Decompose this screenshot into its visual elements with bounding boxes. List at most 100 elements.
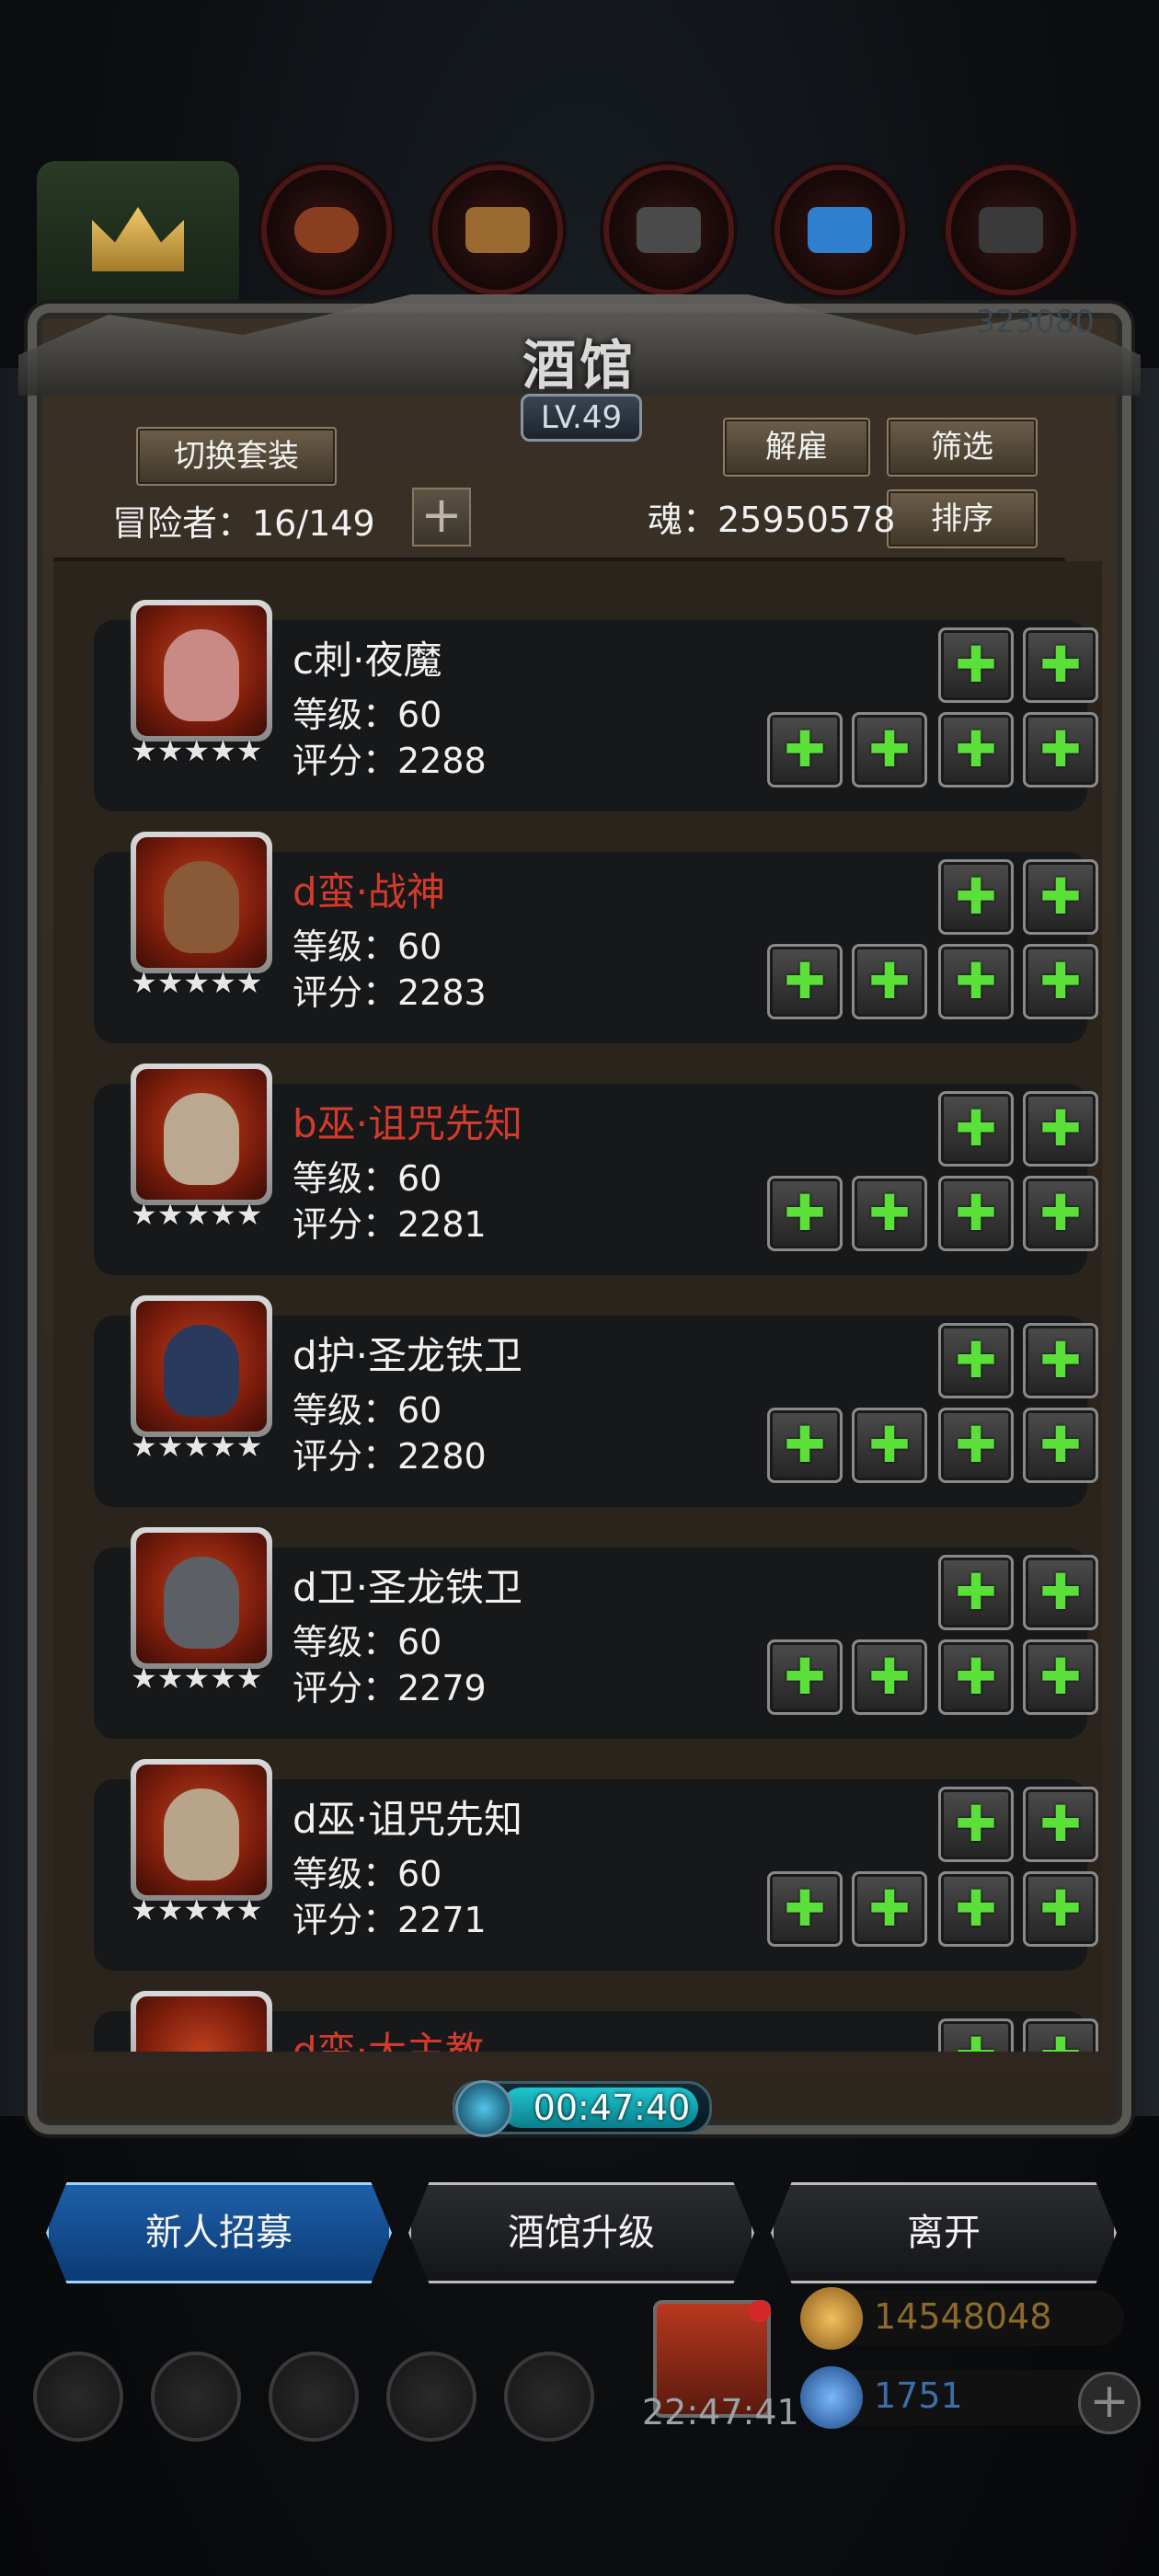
hero-portrait[interactable] bbox=[131, 600, 272, 742]
gem-resource: 1751 bbox=[800, 2366, 1124, 2429]
gold-amount: 14548048 bbox=[874, 2296, 1052, 2337]
gear-slot-ring-2[interactable]: ✚ bbox=[1023, 712, 1098, 788]
star-rating: ★★★★★ bbox=[131, 733, 263, 768]
hero-name: d蛮·战神 bbox=[293, 869, 446, 914]
hero-portrait[interactable] bbox=[131, 1295, 272, 1437]
gem-icon bbox=[800, 2366, 863, 2429]
gear-slot-ring-2[interactable]: ✚ bbox=[1023, 1176, 1098, 1251]
gear-slot-weapon[interactable]: ✚ bbox=[767, 712, 843, 788]
hero-score: 评分：2280 bbox=[293, 1436, 487, 1477]
map-icon[interactable] bbox=[504, 2352, 594, 2442]
gear-slot-ring-1[interactable]: ✚ bbox=[938, 944, 1014, 1019]
tavern-level-badge: LV.49 bbox=[521, 394, 642, 442]
stone-resource-icon[interactable] bbox=[951, 170, 1071, 290]
hero-portrait[interactable] bbox=[131, 1759, 272, 1901]
star-rating: ★★★★★ bbox=[131, 1197, 263, 1232]
wood-resource-icon[interactable] bbox=[438, 170, 557, 290]
gear-slot-ring-2[interactable]: ✚ bbox=[1023, 1408, 1098, 1483]
hero-card[interactable]: ★★★★★ b巫·诅咒先知 等级：60 评分：2281 ✚ ✚ ✚ ✚ ✚ ✚ bbox=[94, 1064, 1098, 1275]
hero-portrait[interactable] bbox=[131, 1064, 272, 1205]
gear-slot-accessory-2[interactable]: ✚ bbox=[1023, 2018, 1098, 2052]
gear-slot-ring-2[interactable]: ✚ bbox=[1023, 944, 1098, 1019]
gear-slot-accessory-2[interactable]: ✚ bbox=[1023, 1787, 1098, 1862]
settings-gear-icon[interactable] bbox=[33, 2352, 123, 2442]
gear-slot-accessory-1[interactable]: ✚ bbox=[938, 1091, 1014, 1167]
sort-button[interactable]: 排序 bbox=[887, 489, 1038, 548]
gold-coin-icon bbox=[800, 2287, 863, 2350]
tavern-upgrade-button[interactable]: 酒馆升级 bbox=[408, 2182, 754, 2283]
mail-icon[interactable] bbox=[386, 2352, 476, 2442]
iron-resource-icon[interactable] bbox=[609, 170, 729, 290]
crystal-resource-icon[interactable] bbox=[780, 170, 900, 290]
hero-face bbox=[164, 861, 239, 953]
hero-portrait[interactable] bbox=[131, 832, 272, 973]
gear-slot-ring-1[interactable]: ✚ bbox=[938, 1176, 1014, 1251]
adventurer-count: 冒险者：16/149 bbox=[112, 503, 375, 544]
gear-slot-accessory-1[interactable]: ✚ bbox=[938, 2018, 1014, 2052]
recruit-button[interactable]: 新人招募 bbox=[46, 2182, 392, 2283]
dismiss-button[interactable]: 解雇 bbox=[723, 418, 870, 477]
gear-slot-weapon[interactable]: ✚ bbox=[767, 1639, 843, 1715]
soul-count: 魂：25950578 bbox=[648, 500, 896, 540]
gear-slot-ring-1[interactable]: ✚ bbox=[938, 712, 1014, 788]
hero-level: 等级：60 bbox=[293, 1854, 442, 1894]
gear-slot-armor[interactable]: ✚ bbox=[852, 1408, 927, 1483]
gear-slot-armor[interactable]: ✚ bbox=[852, 1871, 927, 1947]
gear-slot-ring-1[interactable]: ✚ bbox=[938, 1408, 1014, 1483]
leave-button[interactable]: 离开 bbox=[771, 2182, 1117, 2283]
gear-slot-ring-2[interactable]: ✚ bbox=[1023, 1639, 1098, 1715]
hero-card[interactable]: ★★★★★ d卫·圣龙铁卫 等级：60 评分：2279 ✚ ✚ ✚ ✚ ✚ ✚ bbox=[94, 1527, 1098, 1739]
hero-score: 评分：2279 bbox=[293, 1668, 487, 1708]
hero-portrait[interactable] bbox=[131, 1991, 272, 2052]
hero-face bbox=[164, 1093, 239, 1185]
gear-slot-weapon[interactable]: ✚ bbox=[767, 1871, 843, 1947]
filter-button[interactable]: 筛选 bbox=[887, 418, 1038, 477]
hero-card[interactable]: ★★★★★ d巫·诅咒先知 等级：60 评分：2271 ✚ ✚ ✚ ✚ ✚ ✚ bbox=[94, 1759, 1098, 1971]
hero-portrait[interactable] bbox=[131, 1527, 272, 1669]
achievement-star-icon[interactable] bbox=[151, 2352, 241, 2442]
gear-slot-weapon[interactable]: ✚ bbox=[767, 1176, 843, 1251]
gear-slot-accessory-2[interactable]: ✚ bbox=[1023, 1091, 1098, 1167]
gear-slot-armor[interactable]: ✚ bbox=[852, 944, 927, 1019]
gear-slot-accessory-1[interactable]: ✚ bbox=[938, 1787, 1014, 1862]
gear-slot-accessory-2[interactable]: ✚ bbox=[1023, 1323, 1098, 1398]
gear-slot-weapon[interactable]: ✚ bbox=[767, 1408, 843, 1483]
ranking-icon[interactable] bbox=[269, 2352, 359, 2442]
hero-card[interactable]: ★★★★★ d蛮·战神 等级：60 评分：2283 ✚ ✚ ✚ ✚ ✚ ✚ bbox=[94, 832, 1098, 1043]
bottom-menu-icons bbox=[33, 2352, 594, 2442]
gear-slot-accessory-1[interactable]: ✚ bbox=[938, 1555, 1014, 1630]
gear-slot-accessory-1[interactable]: ✚ bbox=[938, 859, 1014, 935]
gear-slot-ring-2[interactable]: ✚ bbox=[1023, 1871, 1098, 1947]
hero-level: 等级：60 bbox=[293, 1622, 442, 1662]
gear-slot-accessory-2[interactable]: ✚ bbox=[1023, 1555, 1098, 1630]
timer-clock-icon bbox=[455, 2080, 512, 2137]
switch-outfit-button[interactable]: 切换套装 bbox=[136, 427, 337, 486]
gear-slot-accessory-1[interactable]: ✚ bbox=[938, 627, 1014, 703]
notification-dot bbox=[749, 2300, 771, 2322]
hero-card[interactable]: ★★★★★ c刺·夜魔 等级：60 评分：2288 ✚ ✚ ✚ ✚ ✚ ✚ bbox=[94, 600, 1098, 811]
gear-slot-ring-1[interactable]: ✚ bbox=[938, 1871, 1014, 1947]
hero-score: 评分：2271 bbox=[293, 1900, 487, 1940]
hero-card-partial[interactable]: d蛮·大主教 ✚ ✚ bbox=[94, 1991, 1098, 2052]
gear-slot-weapon[interactable]: ✚ bbox=[767, 944, 843, 1019]
hero-level: 等级：60 bbox=[293, 1158, 442, 1199]
hero-list[interactable]: ★★★★★ c刺·夜魔 等级：60 评分：2288 ✚ ✚ ✚ ✚ ✚ ✚ ★★… bbox=[53, 561, 1102, 2052]
hero-face bbox=[164, 1788, 239, 1880]
kingdom-crown-icon[interactable] bbox=[37, 161, 239, 308]
gear-slot-accessory-2[interactable]: ✚ bbox=[1023, 627, 1098, 703]
gear-slot-armor[interactable]: ✚ bbox=[852, 712, 927, 788]
hero-card[interactable]: ★★★★★ d护·圣龙铁卫 等级：60 评分：2280 ✚ ✚ ✚ ✚ ✚ ✚ bbox=[94, 1295, 1098, 1507]
gear-slot-armor[interactable]: ✚ bbox=[852, 1639, 927, 1715]
hero-face bbox=[164, 1557, 239, 1649]
gear-slot-accessory-1[interactable]: ✚ bbox=[938, 1323, 1014, 1398]
gear-slot-ring-1[interactable]: ✚ bbox=[938, 1639, 1014, 1715]
add-adventurer-slot-button[interactable]: + bbox=[412, 488, 471, 546]
meat-resource-icon[interactable] bbox=[267, 170, 386, 290]
hero-score: 评分：2288 bbox=[293, 741, 487, 781]
page-title: 酒馆 bbox=[522, 334, 637, 397]
resource-orbs-bar bbox=[0, 161, 1159, 308]
timer-text: 00:47:40 bbox=[533, 2087, 691, 2128]
gear-slot-accessory-2[interactable]: ✚ bbox=[1023, 859, 1098, 935]
add-gems-button[interactable]: + bbox=[1078, 2372, 1141, 2434]
gear-slot-armor[interactable]: ✚ bbox=[852, 1176, 927, 1251]
